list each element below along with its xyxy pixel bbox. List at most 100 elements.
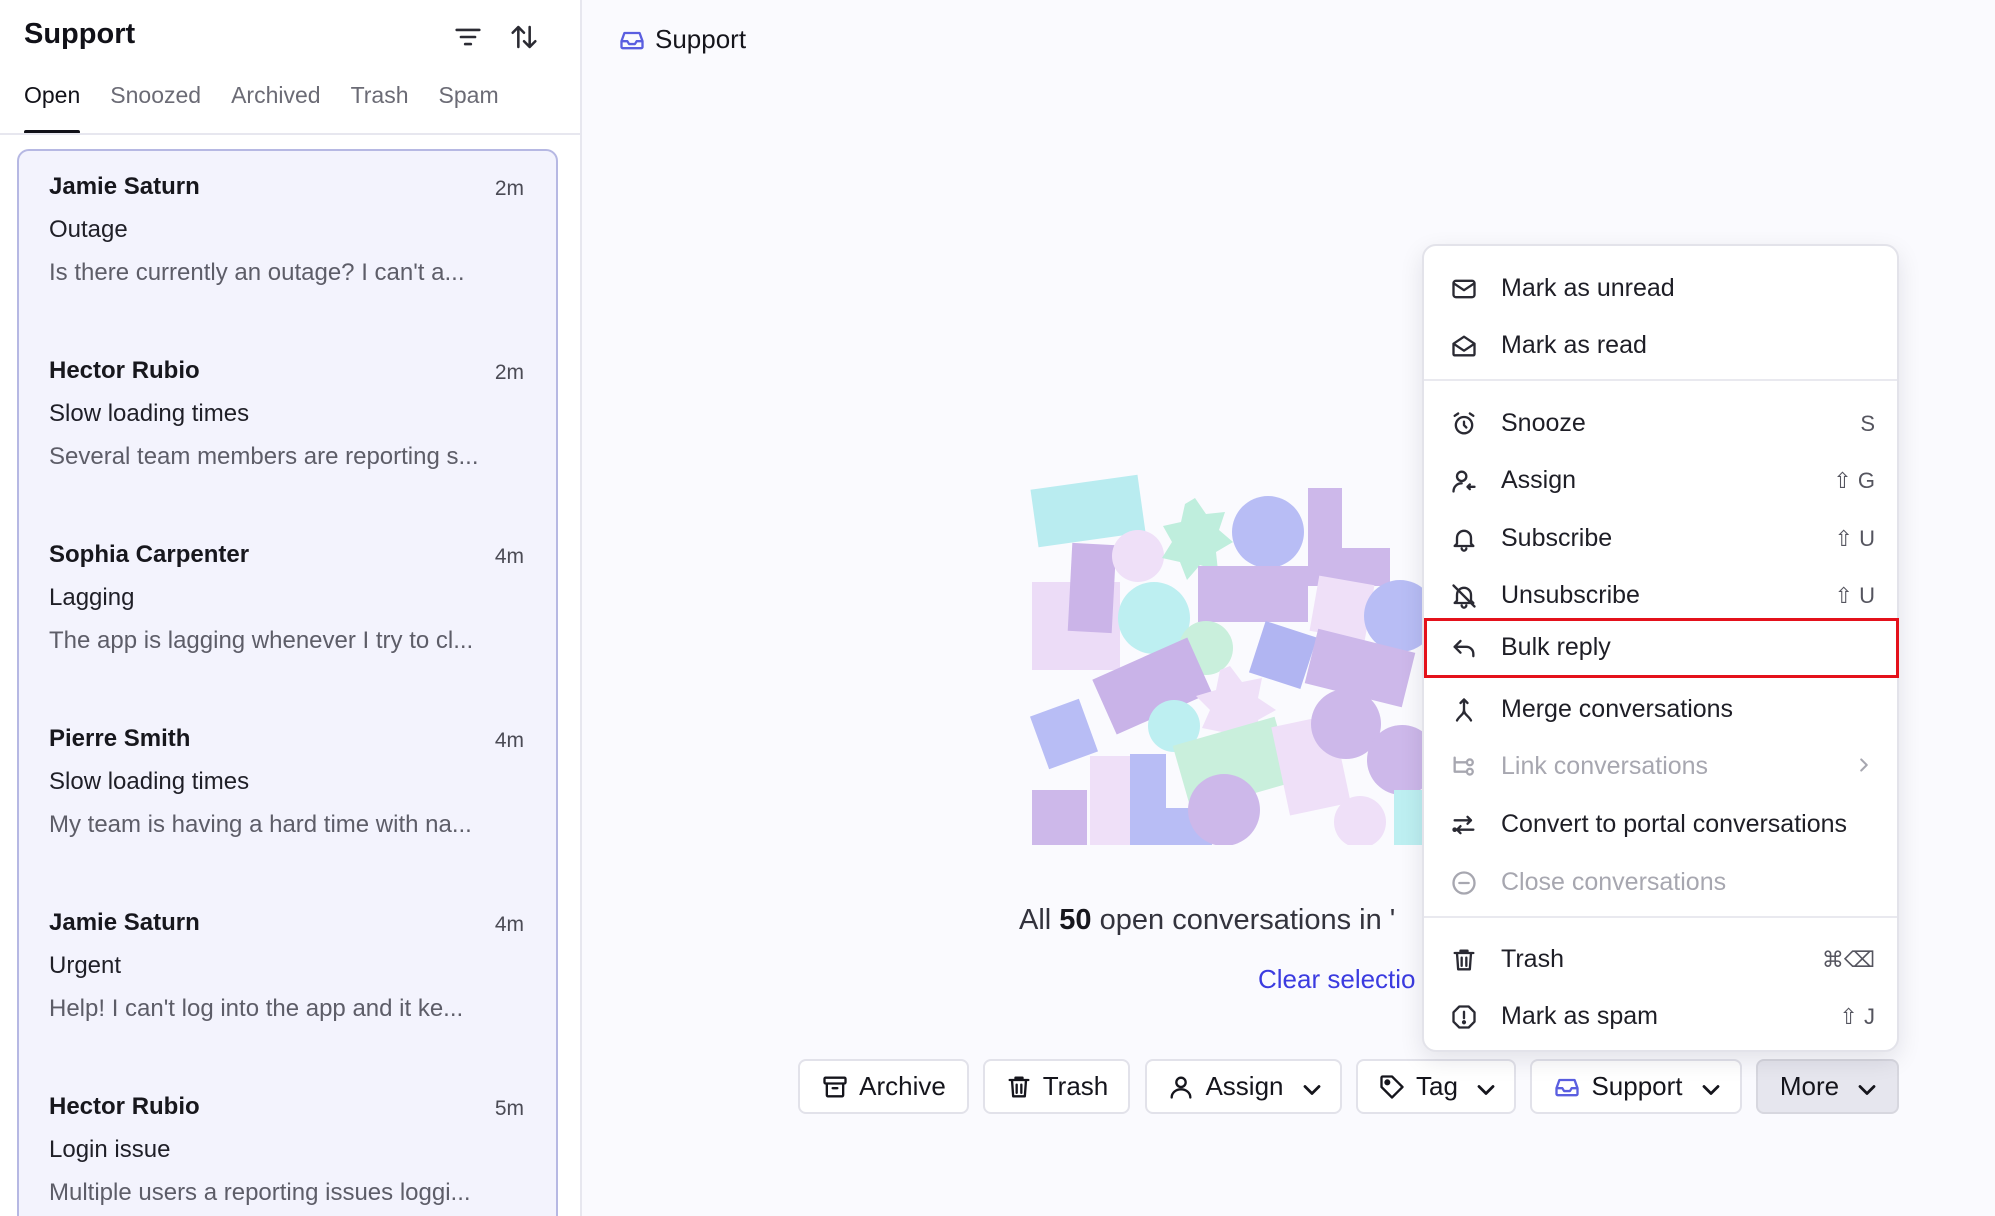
- summary-prefix: All: [1019, 904, 1060, 936]
- bell-icon: [1450, 525, 1478, 553]
- conversation-subject: Urgent: [49, 952, 122, 979]
- menu-item-subscribe[interactable]: Subscribe ⇧ U: [1424, 511, 1897, 567]
- menu-item-label: Subscribe: [1501, 524, 1613, 552]
- menu-item-label: Merge conversations: [1501, 695, 1734, 723]
- tab-spam[interactable]: Spam: [439, 78, 499, 134]
- conversation-sender: Jamie Saturn: [49, 173, 200, 200]
- conversation-time: 2m: [494, 361, 524, 384]
- conversation-item[interactable]: Pierre Smith 4m Slow loading times My te…: [19, 703, 556, 887]
- menu-item-convert-portal[interactable]: Convert to portal conversations: [1424, 797, 1897, 853]
- menu-item-label: Trash: [1501, 945, 1564, 973]
- conversation-list: Jamie Saturn 2m Outage Is there currentl…: [17, 149, 558, 1216]
- conversation-item[interactable]: Jamie Saturn 2m Outage Is there currentl…: [19, 151, 556, 335]
- convert-icon: [1450, 811, 1478, 839]
- conversation-sender: Sophia Carpenter: [49, 541, 250, 568]
- chevron-right-icon: [1853, 754, 1875, 776]
- conversation-time: 4m: [494, 545, 524, 568]
- mail-icon: [1450, 275, 1478, 303]
- conversation-preview: Multiple users a reporting issues loggi.…: [49, 1179, 471, 1206]
- conversation-subject: Outage: [49, 216, 128, 243]
- more-actions-menu: Mark as unread Mark as read Snooze S Ass…: [1422, 244, 1899, 1052]
- selection-summary: All 50 open conversations in ': [1019, 904, 1395, 937]
- conversation-sender: Jamie Saturn: [49, 909, 200, 936]
- menu-item-label: Unsubscribe: [1501, 581, 1640, 609]
- menu-item-label: Bulk reply: [1501, 633, 1611, 661]
- tab-trash[interactable]: Trash: [351, 78, 409, 134]
- menu-item-mark-unread[interactable]: Mark as unread: [1424, 261, 1897, 317]
- menu-item-label: Link conversations: [1501, 752, 1709, 780]
- menu-item-label: Assign: [1501, 466, 1577, 494]
- conversation-item[interactable]: Sophia Carpenter 4m Lagging The app is l…: [19, 519, 556, 703]
- menu-item-bulk-reply[interactable]: Bulk reply: [1424, 618, 1899, 678]
- archive-button[interactable]: Archive: [798, 1059, 969, 1114]
- menu-item-label: Mark as spam: [1501, 1002, 1658, 1030]
- conversation-time: 4m: [494, 913, 524, 936]
- menu-item-assign[interactable]: Assign ⇧ G: [1424, 453, 1897, 509]
- conversation-preview: My team is having a hard time with na...: [49, 811, 472, 838]
- menu-item-trash[interactable]: Trash ⌘⌫: [1424, 932, 1897, 988]
- spam-icon: [1450, 1003, 1478, 1031]
- trash-button[interactable]: Trash: [983, 1059, 1130, 1114]
- alarm-clock-icon: [1450, 410, 1478, 438]
- menu-item-label: Mark as unread: [1501, 274, 1675, 302]
- menu-item-label: Close conversations: [1501, 868, 1727, 896]
- reply-icon: [1450, 634, 1478, 662]
- chevron-down-icon: [1853, 1076, 1876, 1098]
- tag-icon: [1378, 1073, 1406, 1101]
- conversation-time: 2m: [494, 177, 524, 200]
- conversation-subject: Slow loading times: [49, 768, 250, 795]
- inbox-icon: [1553, 1073, 1581, 1101]
- summary-count: 50: [1059, 904, 1092, 936]
- minus-circle-icon: [1450, 869, 1478, 897]
- trash-icon: [1450, 946, 1478, 974]
- conversation-item[interactable]: Hector Rubio 5m Login issue Multiple use…: [19, 1071, 556, 1216]
- conversation-preview: Is there currently an outage? I can't a.…: [49, 259, 465, 286]
- tab-archived[interactable]: Archived: [231, 78, 320, 134]
- menu-item-merge[interactable]: Merge conversations: [1424, 682, 1897, 738]
- filter-icon[interactable]: [451, 20, 485, 54]
- menu-item-close-conversations[interactable]: Close conversations: [1424, 855, 1897, 911]
- menu-item-shortcut: ⌘⌫: [1821, 947, 1875, 972]
- empty-state-illustration: [1030, 470, 1450, 845]
- mail-open-icon: [1450, 332, 1478, 360]
- menu-item-label: Snooze: [1501, 409, 1586, 437]
- conversation-sender: Hector Rubio: [49, 357, 200, 384]
- menu-item-label: Convert to portal conversations: [1501, 810, 1848, 838]
- menu-item-shortcut: ⇧ J: [1839, 1004, 1875, 1029]
- menu-item-link-conversations[interactable]: Link conversations: [1424, 739, 1897, 795]
- menu-item-snooze[interactable]: Snooze S: [1424, 396, 1897, 452]
- link-tree-icon: [1450, 753, 1478, 781]
- menu-item-shortcut: ⇧ U: [1834, 583, 1875, 608]
- sort-icon[interactable]: [507, 20, 541, 54]
- inbox-icon: [618, 26, 646, 54]
- merge-icon: [1450, 696, 1478, 724]
- chevron-down-icon: [1472, 1076, 1495, 1098]
- tabs-divider: [0, 133, 580, 135]
- bell-off-icon: [1450, 582, 1478, 610]
- clear-selection-link[interactable]: Clear selectio: [1258, 964, 1416, 995]
- tab-open[interactable]: Open: [24, 78, 81, 134]
- tag-label: Tag: [1416, 1071, 1458, 1101]
- more-label: More: [1779, 1071, 1840, 1101]
- conversation-item[interactable]: Hector Rubio 2m Slow loading times Sever…: [19, 335, 556, 519]
- archive-icon: [821, 1073, 849, 1101]
- conversation-preview: The app is lagging whenever I try to cl.…: [49, 627, 474, 654]
- menu-item-label: Mark as read: [1501, 331, 1647, 359]
- menu-item-unsubscribe[interactable]: Unsubscribe ⇧ U: [1424, 568, 1897, 624]
- tag-button[interactable]: Tag: [1356, 1059, 1516, 1114]
- conversation-sender: Pierre Smith: [49, 725, 191, 752]
- tab-snoozed[interactable]: Snoozed: [110, 78, 201, 134]
- conversation-time: 5m: [494, 1097, 524, 1120]
- assign-button[interactable]: Assign: [1145, 1059, 1342, 1114]
- more-button[interactable]: More: [1756, 1059, 1899, 1114]
- inbox-title: Support: [24, 18, 136, 50]
- conversation-item[interactable]: Jamie Saturn 4m Urgent Help! I can't log…: [19, 887, 556, 1071]
- conversation-preview: Help! I can't log into the app and it ke…: [49, 995, 464, 1022]
- conversation-preview: Several team members are reporting s...: [49, 443, 479, 470]
- conversation-subject: Slow loading times: [49, 400, 250, 427]
- menu-item-mark-spam[interactable]: Mark as spam ⇧ J: [1424, 989, 1897, 1045]
- menu-item-mark-read[interactable]: Mark as read: [1424, 318, 1897, 374]
- inbox-select-button[interactable]: Support: [1530, 1059, 1742, 1114]
- menu-divider: [1424, 916, 1897, 918]
- summary-suffix: open conversations in ': [1091, 904, 1396, 936]
